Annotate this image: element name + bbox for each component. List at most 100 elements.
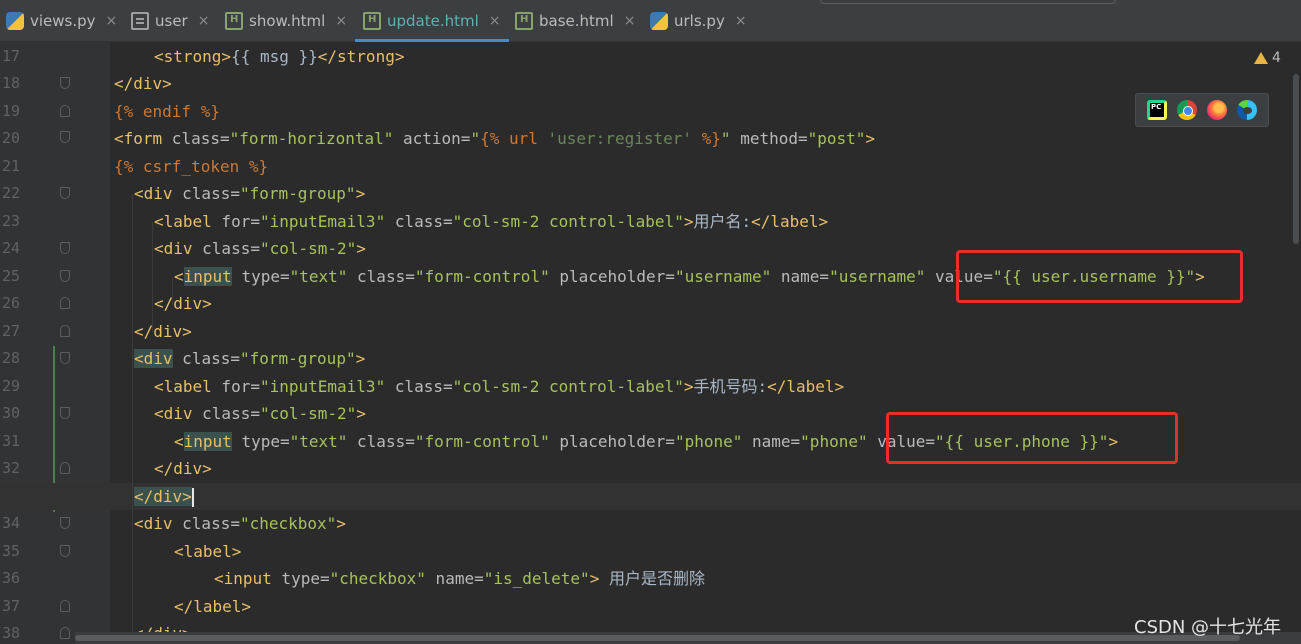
indent-guide — [132, 194, 133, 644]
code-line-34: <div class="checkbox"> — [134, 514, 346, 533]
tab-show-html[interactable]: H show.html × — [225, 0, 347, 42]
fold-marker-icon[interactable] — [60, 627, 70, 639]
line-number: 24 — [2, 239, 21, 257]
fold-marker-icon[interactable] — [60, 297, 70, 309]
tab-label: urls.py — [674, 12, 725, 30]
code-line-35: <label> — [174, 542, 242, 561]
fold-marker-icon[interactable] — [60, 545, 70, 557]
code-line-27: </div> — [134, 322, 192, 341]
text-caret — [191, 488, 194, 507]
line-number-gutter[interactable]: 17 18 19 20 21 22 23 24 25 26 27 28 29 3… — [0, 42, 110, 644]
python-file-icon — [650, 12, 668, 30]
html-file-icon: H — [225, 12, 243, 30]
code-line-24: <div class="col-sm-2"> — [154, 239, 366, 258]
horizontal-scrollbar[interactable] — [75, 632, 1301, 644]
code-line-36: <input type="checkbox" name="is_delete">… — [214, 569, 705, 588]
close-icon[interactable]: × — [106, 13, 118, 29]
line-number: 31 — [2, 432, 21, 450]
code-line-18: </div> — [114, 74, 172, 93]
tab-label: base.html — [539, 12, 614, 30]
close-icon[interactable]: × — [489, 13, 501, 29]
warning-icon — [1254, 52, 1268, 64]
tab-views-py[interactable]: views.py × — [6, 0, 117, 42]
line-number: 35 — [2, 542, 21, 560]
tab-label: show.html — [249, 12, 326, 30]
folder-file-icon — [131, 12, 149, 30]
code-line-19: {% endif %} — [114, 102, 220, 121]
code-line-26: </div> — [154, 294, 212, 313]
fold-marker-icon[interactable] — [60, 352, 70, 364]
code-line-22: <div class="form-group"> — [134, 184, 366, 203]
top-border-decoration — [820, 0, 1116, 4]
tab-label: user — [155, 12, 188, 30]
vertical-scrollbar[interactable] — [1293, 74, 1299, 244]
code-line-30: <div class="col-sm-2"> — [154, 404, 366, 423]
horizontal-scrollbar-thumb[interactable] — [75, 635, 1240, 641]
chrome-icon[interactable] — [1177, 100, 1197, 120]
current-line-highlight — [0, 483, 1301, 510]
fold-marker-icon[interactable] — [60, 517, 70, 529]
close-icon[interactable]: × — [624, 13, 636, 29]
edge-icon[interactable] — [1237, 100, 1257, 120]
code-line-32: </div> — [154, 459, 212, 478]
close-icon[interactable]: × — [335, 13, 347, 29]
fold-marker-icon[interactable] — [60, 77, 70, 89]
tab-update-html[interactable]: H update.html × — [355, 0, 509, 42]
fold-marker-icon[interactable] — [60, 242, 70, 254]
line-number: 38 — [2, 624, 21, 642]
code-line-37: </label> — [174, 597, 252, 616]
line-number: 37 — [2, 597, 21, 615]
fold-marker-icon[interactable] — [60, 270, 70, 282]
fold-marker-icon[interactable] — [60, 407, 70, 419]
fold-marker-icon[interactable] — [60, 600, 70, 612]
line-number: 19 — [2, 102, 21, 120]
fold-marker-icon[interactable] — [60, 462, 70, 474]
line-number: 29 — [2, 377, 21, 395]
html-file-icon: H — [363, 12, 381, 30]
code-line-20: <form class="form-horizontal" action="{%… — [114, 129, 876, 148]
line-number: 30 — [2, 404, 21, 422]
tab-urls-py[interactable]: urls.py × — [650, 0, 747, 42]
fold-marker-icon[interactable] — [60, 325, 70, 337]
code-line-21: {% csrf_token %} — [114, 157, 269, 176]
tab-base-html[interactable]: H base.html × — [515, 0, 635, 42]
line-number: 32 — [2, 459, 21, 477]
line-number: 25 — [2, 267, 21, 285]
inspection-widget[interactable]: 4 — [1254, 50, 1281, 66]
highlight-box-phone-value — [886, 412, 1178, 464]
line-number: 36 — [2, 569, 21, 587]
html-file-icon: H — [515, 12, 533, 30]
fold-marker-icon[interactable] — [60, 131, 70, 143]
highlight-box-username-value — [956, 250, 1243, 303]
firefox-icon[interactable] — [1207, 100, 1227, 120]
watermark: CSDN @十七光年 — [1134, 617, 1282, 638]
browser-preview-toolbar: PC — [1135, 93, 1269, 127]
line-number: 34 — [2, 514, 21, 532]
code-editor[interactable]: <strong>{{ msg }}</strong> </div> {% end… — [0, 42, 1301, 644]
line-number: 21 — [2, 157, 21, 175]
code-line-33: </div> — [134, 487, 194, 507]
close-icon[interactable]: × — [198, 13, 210, 29]
code-line-28: <div class="form-group"> — [134, 349, 366, 368]
line-number: 23 — [2, 212, 21, 230]
editor-tab-bar: views.py × user × H show.html × H update… — [0, 0, 1301, 42]
line-number: 28 — [2, 349, 21, 367]
tab-user[interactable]: user × — [131, 0, 209, 42]
code-line-17: <strong>{{ msg }}</strong> — [154, 47, 405, 66]
tab-label: views.py — [30, 12, 96, 30]
indent-guide — [152, 222, 153, 332]
line-number: 27 — [2, 322, 21, 340]
line-number: 26 — [2, 294, 21, 312]
line-number: 17 — [2, 47, 21, 65]
line-number: 22 — [2, 184, 21, 202]
code-line-23: <label for="inputEmail3" class="col-sm-2… — [154, 212, 829, 231]
close-icon[interactable]: × — [735, 13, 747, 29]
fold-marker-icon[interactable] — [60, 187, 70, 199]
line-number: 20 — [2, 129, 21, 147]
warning-count: 4 — [1272, 50, 1281, 66]
python-file-icon — [6, 12, 24, 30]
tab-label: update.html — [387, 12, 479, 30]
line-number: 18 — [2, 74, 21, 92]
fold-marker-icon[interactable] — [60, 105, 70, 117]
pycharm-icon[interactable]: PC — [1147, 100, 1167, 120]
